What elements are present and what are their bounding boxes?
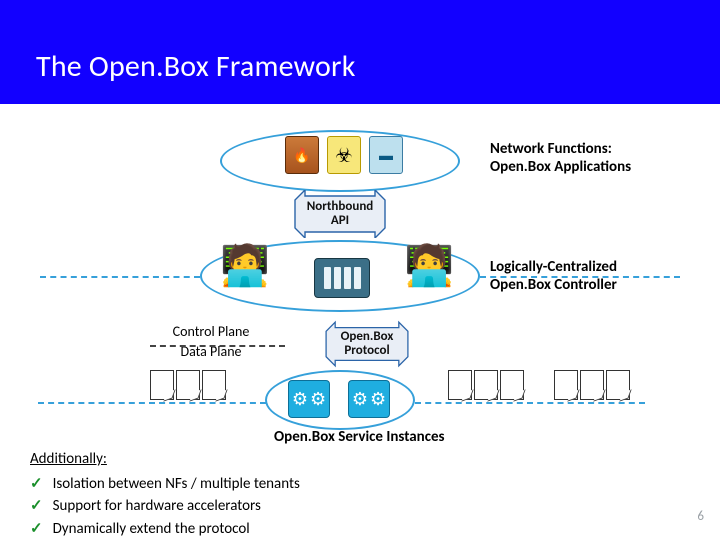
page-stack — [150, 370, 226, 400]
page-icon — [176, 370, 200, 400]
protocol-label-1: Open.Box — [341, 330, 394, 344]
northbound-arrow: Northbound API — [285, 190, 395, 238]
protocol-label-2: Protocol — [344, 344, 389, 358]
plane-labels: Control Plane Data Plane — [156, 322, 266, 363]
dash-connector — [40, 276, 200, 278]
additional-item: Support for hardware accelerators — [30, 495, 300, 518]
page-icon — [474, 370, 498, 400]
service-instance-icons — [288, 380, 390, 418]
person-icon: 🧑‍💻 — [410, 246, 454, 304]
server-icon — [369, 136, 403, 174]
network-functions-label: Network Functions: Open.Box Applications — [490, 140, 631, 176]
dash-connector — [38, 402, 266, 404]
page-icon — [448, 370, 472, 400]
network-function-icons — [285, 136, 403, 174]
northbound-label-2: API — [331, 214, 349, 228]
firewall-icon — [285, 136, 319, 174]
additional-heading: Additionally: — [30, 448, 300, 471]
northbound-label-1: Northbound — [307, 200, 374, 214]
service-instances-label: Open.Box Service Instances — [274, 428, 445, 446]
page-icon — [580, 370, 604, 400]
slide: The Open.Box Framework Northbound API 🧑‍… — [0, 0, 720, 540]
page-stack — [448, 370, 524, 400]
plane-divider — [150, 345, 285, 347]
page-icon — [500, 370, 524, 400]
protocol-arrow: Open.Box Protocol — [317, 320, 417, 368]
dash-connector — [415, 402, 645, 404]
page-icon — [150, 370, 174, 400]
gear-icon — [288, 380, 330, 418]
slide-title: The Open.Box Framework — [36, 48, 356, 85]
page-icon — [554, 370, 578, 400]
additional-notes: Additionally: Isolation between NFs / mu… — [30, 448, 300, 540]
page-icon — [606, 370, 630, 400]
page-stack — [554, 370, 630, 400]
page-number: 6 — [697, 509, 704, 524]
page-icon — [202, 370, 226, 400]
person-icon: 🧑‍💻 — [220, 246, 264, 304]
gear-icon — [348, 380, 390, 418]
control-plane-label: Control Plane — [156, 322, 266, 342]
additional-item: Isolation between NFs / multiple tenants — [30, 473, 300, 496]
biohazard-icon — [327, 136, 361, 174]
controller-label: Logically-Centralized Open.Box Controlle… — [490, 258, 617, 294]
controller-icons: 🧑‍💻 🧑‍💻 — [228, 244, 452, 308]
additional-item: Dynamically extend the protocol — [30, 518, 300, 540]
controller-box-icon — [314, 258, 370, 298]
